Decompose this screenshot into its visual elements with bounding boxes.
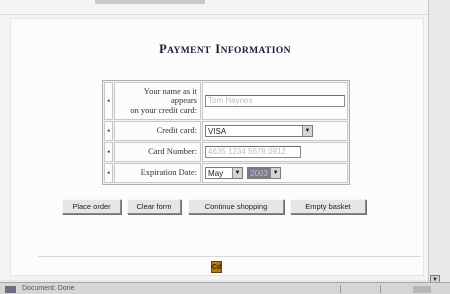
row-expiration: • Expiration Date: May ▼ 2003 ▼: [104, 163, 348, 183]
expiration-month-value: May: [208, 168, 224, 178]
status-bar: Document: Done: [0, 282, 450, 294]
card-number-field-cell: 4635 1234 5678 0912: [202, 142, 348, 162]
card-number-label: Card Number:: [114, 142, 201, 162]
footer-divider: [38, 256, 421, 257]
required-marker: •: [104, 142, 114, 162]
empty-basket-button[interactable]: Empty basket: [290, 199, 366, 214]
title-initial-1: P: [159, 42, 168, 56]
chevron-down-icon[interactable]: ▼: [232, 168, 242, 178]
top-strip: [95, 0, 205, 4]
logo-icon[interactable]: Cd: [211, 261, 222, 273]
row-name: • Your name as it appears on your credit…: [104, 82, 348, 120]
credit-card-label: Credit card:: [114, 121, 201, 141]
name-label-line: on your credit card:: [130, 104, 197, 115]
chevron-down-icon[interactable]: ▼: [270, 168, 281, 178]
clear-form-button[interactable]: Clear form: [127, 199, 181, 214]
status-separator: [380, 285, 381, 293]
row-card-number: • Card Number: 4635 1234 5678 0912: [104, 142, 348, 162]
title-rest-2: NFORMATION: [220, 46, 291, 56]
page-title: PAYMENT INFORMATION: [0, 40, 450, 58]
expiration-month-select[interactable]: May ▼: [205, 167, 243, 179]
status-separator: [340, 285, 341, 293]
payment-form: • Your name as it appears on your credit…: [102, 80, 350, 185]
name-input[interactable]: Tom Haynes: [205, 95, 345, 107]
credit-card-field-cell: VISA ▼: [202, 121, 348, 141]
expiration-label: Expiration Date:: [114, 163, 201, 183]
card-number-input[interactable]: 4635 1234 5678 0912: [205, 146, 301, 158]
top-divider: [0, 14, 428, 15]
credit-card-value: VISA: [208, 126, 227, 136]
required-marker: •: [104, 163, 114, 183]
required-marker: •: [104, 121, 114, 141]
status-text: Document: Done: [22, 285, 75, 292]
required-marker: •: [104, 82, 114, 120]
credit-card-select[interactable]: VISA ▼: [205, 125, 313, 137]
place-order-button[interactable]: Place order: [62, 199, 121, 214]
vertical-scrollbar[interactable]: [428, 0, 440, 281]
status-zone-indicator: [413, 286, 431, 293]
expiration-year-select[interactable]: 2003 ▼: [247, 167, 282, 179]
expiration-year-value: 2003: [250, 168, 268, 178]
expiration-field-cell: May ▼ 2003 ▼: [202, 163, 348, 183]
continue-shopping-button[interactable]: Continue shopping: [188, 199, 284, 214]
name-label: Your name as it appears on your credit c…: [114, 82, 201, 120]
name-field-cell: Tom Haynes: [202, 82, 348, 120]
row-credit-card: • Credit card: VISA ▼: [104, 121, 348, 141]
chevron-down-icon[interactable]: ▼: [302, 126, 312, 136]
status-icon: [5, 286, 16, 293]
title-rest-1: AYMENT: [167, 46, 211, 56]
